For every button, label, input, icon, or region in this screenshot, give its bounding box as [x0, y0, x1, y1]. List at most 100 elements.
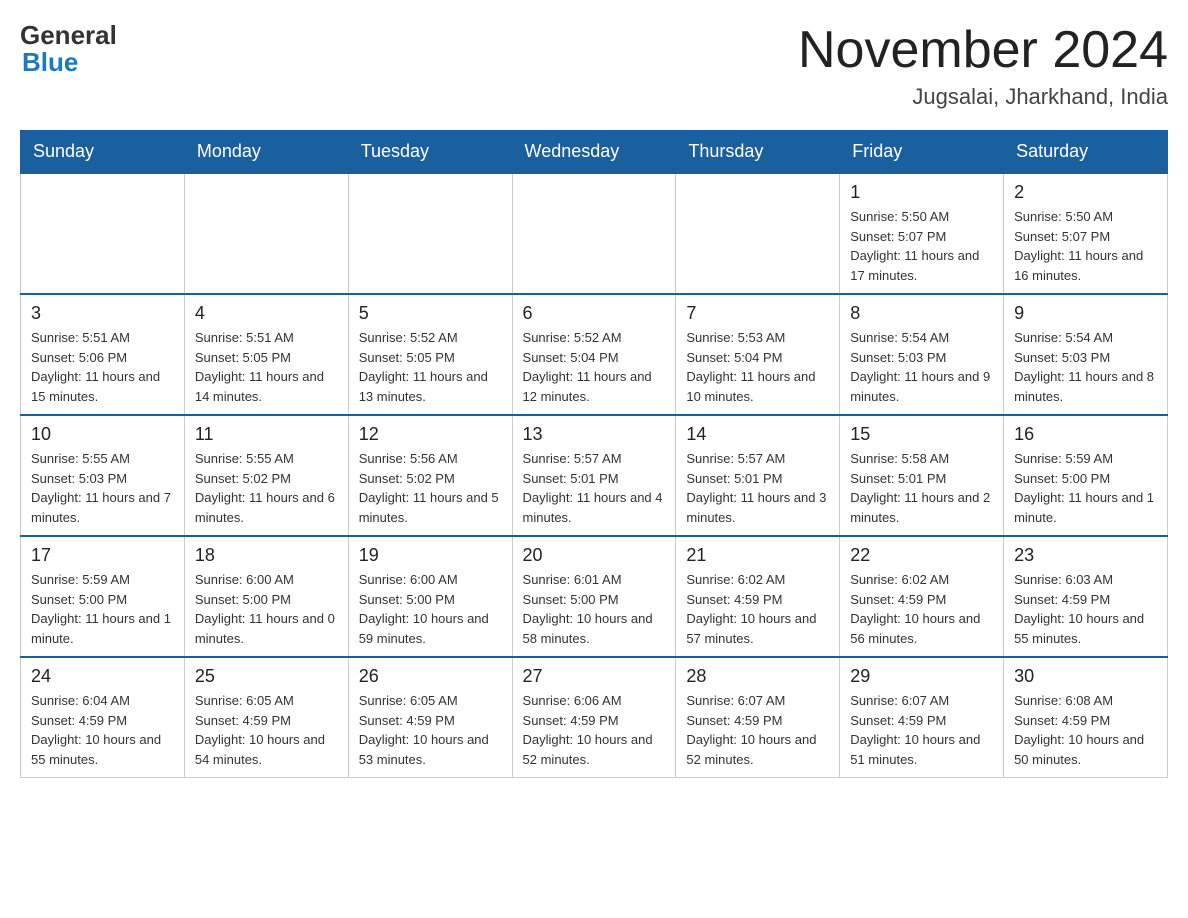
day-number: 12	[359, 424, 502, 445]
day-number: 25	[195, 666, 338, 687]
day-info: Sunrise: 6:00 AM Sunset: 5:00 PM Dayligh…	[359, 570, 502, 648]
logo-blue-text: Blue	[22, 47, 78, 78]
day-info: Sunrise: 5:57 AM Sunset: 5:01 PM Dayligh…	[523, 449, 666, 527]
day-info: Sunrise: 6:01 AM Sunset: 5:00 PM Dayligh…	[523, 570, 666, 648]
day-number: 20	[523, 545, 666, 566]
day-number: 16	[1014, 424, 1157, 445]
day-info: Sunrise: 6:06 AM Sunset: 4:59 PM Dayligh…	[523, 691, 666, 769]
calendar-cell: 2 Sunrise: 5:50 AM Sunset: 5:07 PM Daylig…	[1004, 173, 1168, 294]
calendar-cell: 6 Sunrise: 5:52 AM Sunset: 5:04 PM Daylig…	[512, 294, 676, 415]
day-number: 22	[850, 545, 993, 566]
day-number: 8	[850, 303, 993, 324]
month-title: November 2024	[798, 20, 1168, 80]
day-of-week-header: Tuesday	[348, 131, 512, 174]
calendar-cell: 30 Sunrise: 6:08 AM Sunset: 4:59 PM Dayli…	[1004, 657, 1168, 778]
calendar-cell: 9Sunrise: 5:54 AM Sunset: 5:03 PM Daylig…	[1004, 294, 1168, 415]
day-info: Sunrise: 6:03 AM Sunset: 4:59 PM Dayligh…	[1014, 570, 1157, 648]
calendar-cell: 17 Sunrise: 5:59 AM Sunset: 5:00 PM Dayli…	[21, 536, 185, 657]
calendar-cell	[676, 173, 840, 294]
page-header: General Blue November 2024 Jugsalai, Jha…	[20, 20, 1168, 110]
day-number: 13	[523, 424, 666, 445]
day-info: Sunrise: 5:57 AM Sunset: 5:01 PM Dayligh…	[686, 449, 829, 527]
day-info: Sunrise: 5:59 AM Sunset: 5:00 PM Dayligh…	[1014, 449, 1157, 527]
day-number: 26	[359, 666, 502, 687]
day-info: Sunrise: 6:02 AM Sunset: 4:59 PM Dayligh…	[850, 570, 993, 648]
calendar-table: SundayMondayTuesdayWednesdayThursdayFrid…	[20, 130, 1168, 778]
calendar-cell: 16 Sunrise: 5:59 AM Sunset: 5:00 PM Dayli…	[1004, 415, 1168, 536]
calendar-cell: 5 Sunrise: 5:52 AM Sunset: 5:05 PM Daylig…	[348, 294, 512, 415]
day-number: 29	[850, 666, 993, 687]
calendar-cell: 4Sunrise: 5:51 AM Sunset: 5:05 PM Daylig…	[184, 294, 348, 415]
day-of-week-header: Wednesday	[512, 131, 676, 174]
day-number: 24	[31, 666, 174, 687]
calendar-cell: 27 Sunrise: 6:06 AM Sunset: 4:59 PM Dayli…	[512, 657, 676, 778]
day-info: Sunrise: 6:02 AM Sunset: 4:59 PM Dayligh…	[686, 570, 829, 648]
calendar-header-row: SundayMondayTuesdayWednesdayThursdayFrid…	[21, 131, 1168, 174]
day-number: 28	[686, 666, 829, 687]
calendar-cell: 29 Sunrise: 6:07 AM Sunset: 4:59 PM Dayli…	[840, 657, 1004, 778]
day-number: 14	[686, 424, 829, 445]
day-info: Sunrise: 6:00 AM Sunset: 5:00 PM Dayligh…	[195, 570, 338, 648]
day-number: 17	[31, 545, 174, 566]
calendar-cell: 23Sunrise: 6:03 AM Sunset: 4:59 PM Dayli…	[1004, 536, 1168, 657]
day-info: Sunrise: 5:51 AM Sunset: 5:06 PM Dayligh…	[31, 328, 174, 406]
day-info: Sunrise: 6:07 AM Sunset: 4:59 PM Dayligh…	[686, 691, 829, 769]
day-of-week-header: Sunday	[21, 131, 185, 174]
calendar-cell: 14 Sunrise: 5:57 AM Sunset: 5:01 PM Dayli…	[676, 415, 840, 536]
calendar-cell: 21 Sunrise: 6:02 AM Sunset: 4:59 PM Dayli…	[676, 536, 840, 657]
day-number: 10	[31, 424, 174, 445]
day-number: 3	[31, 303, 174, 324]
calendar-cell: 3 Sunrise: 5:51 AM Sunset: 5:06 PM Daylig…	[21, 294, 185, 415]
day-of-week-header: Monday	[184, 131, 348, 174]
calendar-cell: 28 Sunrise: 6:07 AM Sunset: 4:59 PM Dayli…	[676, 657, 840, 778]
day-number: 21	[686, 545, 829, 566]
day-info: Sunrise: 6:05 AM Sunset: 4:59 PM Dayligh…	[359, 691, 502, 769]
calendar-cell: 20 Sunrise: 6:01 AM Sunset: 5:00 PM Dayli…	[512, 536, 676, 657]
calendar-cell: 11Sunrise: 5:55 AM Sunset: 5:02 PM Dayli…	[184, 415, 348, 536]
day-number: 2	[1014, 182, 1157, 203]
day-info: Sunrise: 6:08 AM Sunset: 4:59 PM Dayligh…	[1014, 691, 1157, 769]
day-number: 5	[359, 303, 502, 324]
day-number: 1	[850, 182, 993, 203]
calendar-week-row: 17 Sunrise: 5:59 AM Sunset: 5:00 PM Dayli…	[21, 536, 1168, 657]
calendar-cell: 26 Sunrise: 6:05 AM Sunset: 4:59 PM Dayli…	[348, 657, 512, 778]
day-info: Sunrise: 6:05 AM Sunset: 4:59 PM Dayligh…	[195, 691, 338, 769]
day-number: 27	[523, 666, 666, 687]
calendar-week-row: 1 Sunrise: 5:50 AM Sunset: 5:07 PM Daylig…	[21, 173, 1168, 294]
day-number: 18	[195, 545, 338, 566]
calendar-cell: 12 Sunrise: 5:56 AM Sunset: 5:02 PM Dayli…	[348, 415, 512, 536]
location: Jugsalai, Jharkhand, India	[798, 84, 1168, 110]
day-info: Sunrise: 5:52 AM Sunset: 5:04 PM Dayligh…	[523, 328, 666, 406]
day-number: 6	[523, 303, 666, 324]
day-info: Sunrise: 6:07 AM Sunset: 4:59 PM Dayligh…	[850, 691, 993, 769]
calendar-week-row: 10Sunrise: 5:55 AM Sunset: 5:03 PM Dayli…	[21, 415, 1168, 536]
day-info: Sunrise: 5:54 AM Sunset: 5:03 PM Dayligh…	[850, 328, 993, 406]
day-info: Sunrise: 5:50 AM Sunset: 5:07 PM Dayligh…	[850, 207, 993, 285]
calendar-cell	[21, 173, 185, 294]
title-area: November 2024 Jugsalai, Jharkhand, India	[798, 20, 1168, 110]
day-info: Sunrise: 5:52 AM Sunset: 5:05 PM Dayligh…	[359, 328, 502, 406]
day-number: 4	[195, 303, 338, 324]
day-number: 7	[686, 303, 829, 324]
calendar-cell: 22 Sunrise: 6:02 AM Sunset: 4:59 PM Dayli…	[840, 536, 1004, 657]
calendar-cell: 7 Sunrise: 5:53 AM Sunset: 5:04 PM Daylig…	[676, 294, 840, 415]
day-info: Sunrise: 5:53 AM Sunset: 5:04 PM Dayligh…	[686, 328, 829, 406]
day-info: Sunrise: 5:58 AM Sunset: 5:01 PM Dayligh…	[850, 449, 993, 527]
day-number: 19	[359, 545, 502, 566]
calendar-cell: 18 Sunrise: 6:00 AM Sunset: 5:00 PM Dayli…	[184, 536, 348, 657]
day-of-week-header: Friday	[840, 131, 1004, 174]
logo: General Blue	[20, 20, 117, 78]
calendar-cell: 1 Sunrise: 5:50 AM Sunset: 5:07 PM Daylig…	[840, 173, 1004, 294]
calendar-cell: 8 Sunrise: 5:54 AM Sunset: 5:03 PM Daylig…	[840, 294, 1004, 415]
day-info: Sunrise: 5:59 AM Sunset: 5:00 PM Dayligh…	[31, 570, 174, 648]
day-of-week-header: Saturday	[1004, 131, 1168, 174]
calendar-cell: 10Sunrise: 5:55 AM Sunset: 5:03 PM Dayli…	[21, 415, 185, 536]
day-of-week-header: Thursday	[676, 131, 840, 174]
calendar-cell	[184, 173, 348, 294]
day-number: 9	[1014, 303, 1157, 324]
day-number: 30	[1014, 666, 1157, 687]
day-info: Sunrise: 5:56 AM Sunset: 5:02 PM Dayligh…	[359, 449, 502, 527]
calendar-cell	[348, 173, 512, 294]
day-info: Sunrise: 5:50 AM Sunset: 5:07 PM Dayligh…	[1014, 207, 1157, 285]
calendar-week-row: 3 Sunrise: 5:51 AM Sunset: 5:06 PM Daylig…	[21, 294, 1168, 415]
